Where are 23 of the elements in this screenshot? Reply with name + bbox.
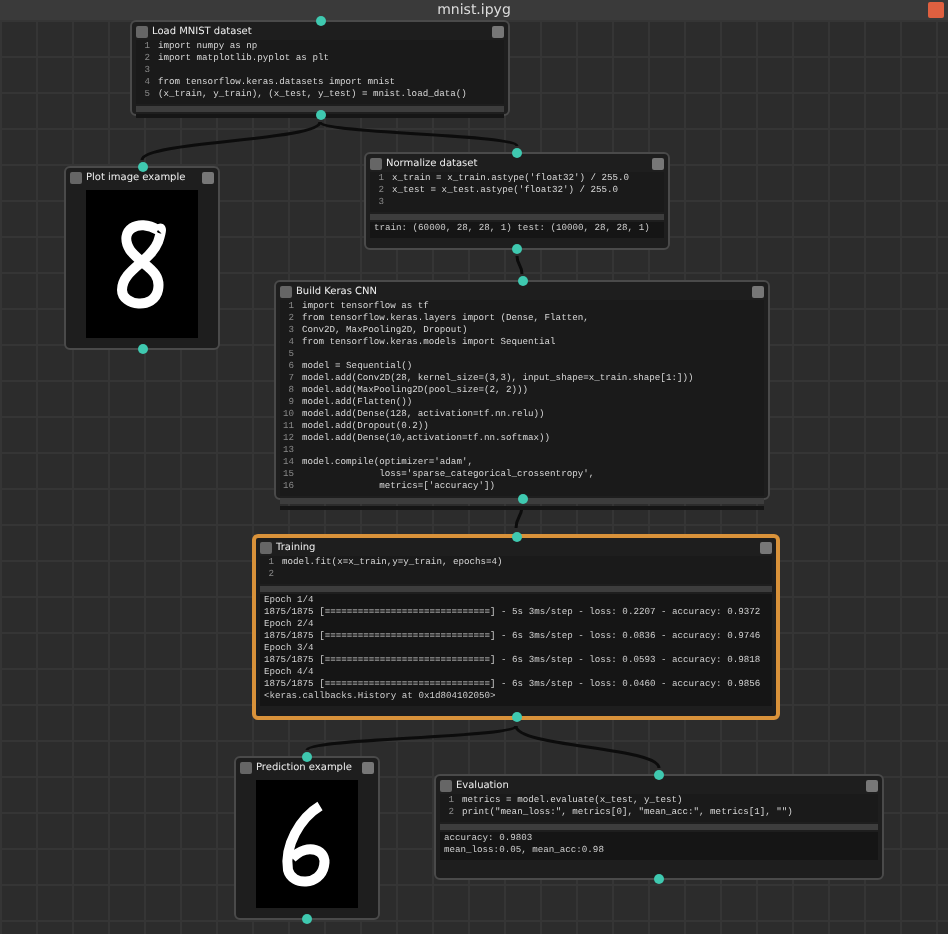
output-socket[interactable] xyxy=(302,914,312,924)
output-socket[interactable] xyxy=(137,344,147,354)
maximize-button[interactable] xyxy=(202,172,214,184)
output-socket[interactable] xyxy=(511,712,521,722)
input-socket[interactable] xyxy=(511,532,521,542)
output-socket[interactable] xyxy=(512,244,522,254)
input-socket[interactable] xyxy=(302,752,312,762)
maximize-button[interactable] xyxy=(362,762,374,774)
maximize-button[interactable] xyxy=(866,780,878,792)
input-socket[interactable] xyxy=(517,276,527,286)
input-socket[interactable] xyxy=(315,16,325,26)
output-socket[interactable] xyxy=(517,494,527,504)
input-socket[interactable] xyxy=(654,770,664,780)
maximize-button[interactable] xyxy=(492,26,504,38)
maximize-button[interactable] xyxy=(652,158,664,170)
output-socket[interactable] xyxy=(654,874,664,884)
maximize-button[interactable] xyxy=(760,542,772,554)
connector-line xyxy=(515,255,524,275)
input-socket[interactable] xyxy=(137,162,147,172)
node-card[interactable] xyxy=(252,534,780,720)
maximize-button[interactable] xyxy=(752,286,764,298)
output-socket[interactable] xyxy=(315,110,325,120)
input-socket[interactable] xyxy=(512,148,522,158)
